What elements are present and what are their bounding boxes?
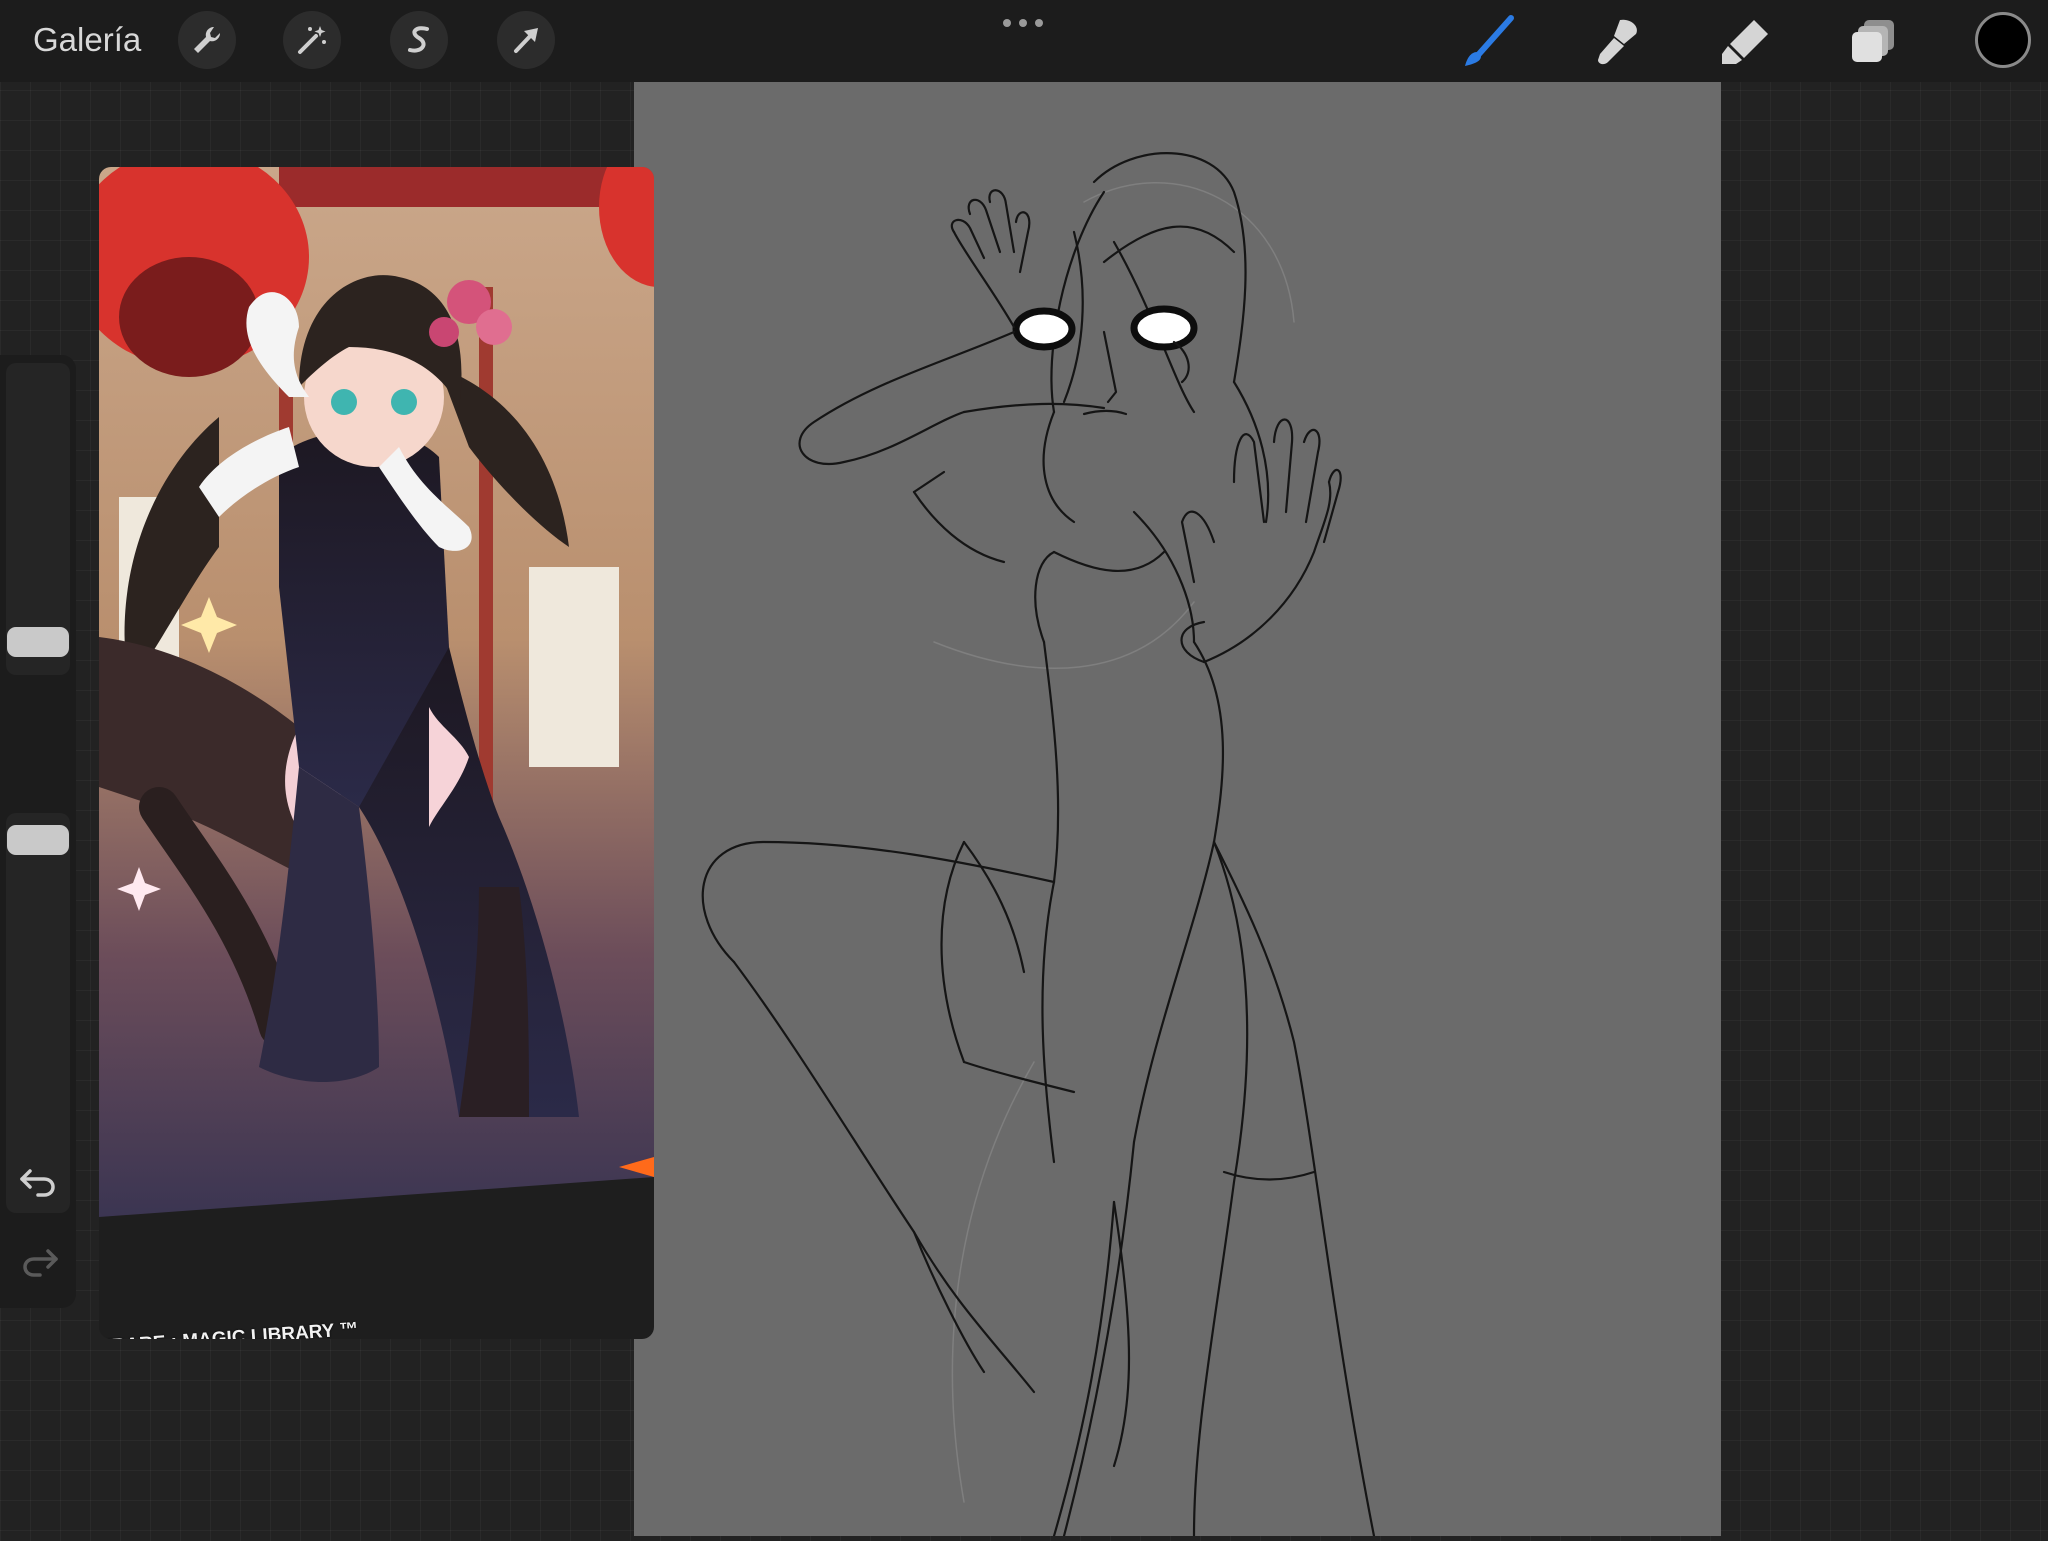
adjustments-button[interactable] [283,11,341,69]
reference-window[interactable]: URARE : MAGIC LIBRARY ™ [99,167,654,1339]
transform-button[interactable] [497,11,555,69]
layers-icon[interactable] [1846,14,1902,70]
actions-button[interactable] [178,11,236,69]
redo-arrow-icon[interactable] [18,1243,60,1279]
selection-s-icon [408,26,429,53]
brush-size-thumb[interactable] [7,627,69,657]
line-art-sketch [701,152,1376,1538]
reference-caption: URARE : MAGIC LIBRARY ™ [99,1318,360,1339]
transform-arrow-icon [514,28,538,53]
drawing-canvas[interactable] [634,82,1721,1538]
left-sidebar [0,355,76,1308]
wrench-icon [194,26,221,53]
more-dots-icon[interactable] [1001,16,1045,30]
eraser-icon[interactable] [1718,14,1774,70]
selection-button[interactable] [390,11,448,69]
reference-image [99,167,654,1217]
magic-wand-icon [298,26,326,54]
top-toolbar: Galería [0,0,2048,82]
undo-arrow-icon[interactable] [18,1163,60,1199]
color-swatch[interactable] [1975,12,2031,68]
opacity-thumb[interactable] [7,825,69,855]
opacity-slider[interactable] [6,813,70,1213]
brush-size-slider[interactable] [6,363,70,675]
gallery-button[interactable]: Galería [33,20,141,60]
brush-icon[interactable] [1461,14,1517,70]
smudge-icon[interactable] [1590,14,1646,70]
